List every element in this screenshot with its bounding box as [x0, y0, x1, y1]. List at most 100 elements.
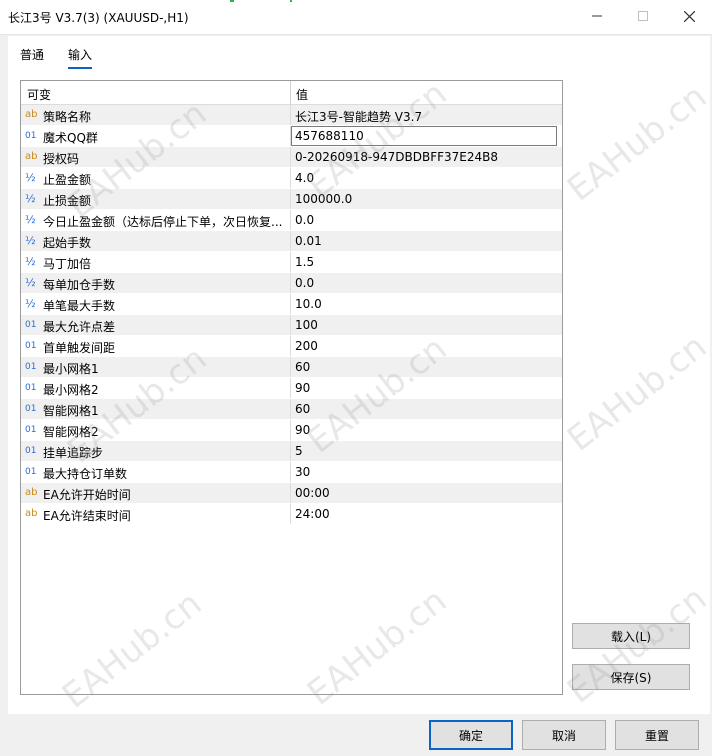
integer-type-icon: 01 [25, 383, 37, 393]
integer-type-icon: 01 [25, 320, 37, 330]
column-divider [290, 105, 291, 125]
param-name: 止损金额 [43, 194, 92, 208]
integer-type-icon: 01 [25, 446, 37, 456]
double-type-icon: ½ [25, 234, 36, 247]
tab-common[interactable]: 普通 [20, 46, 44, 67]
column-divider [290, 315, 291, 335]
header-divider[interactable] [290, 81, 291, 104]
param-value[interactable]: 200 [295, 339, 555, 353]
param-value[interactable]: 100 [295, 318, 555, 332]
param-value[interactable]: 10.0 [295, 297, 555, 311]
column-divider [290, 336, 291, 356]
param-row[interactable]: ab 授权码 0-20260918-947DBDBFF37E24B8 [21, 147, 562, 168]
column-divider [290, 504, 291, 524]
load-button[interactable]: 载入(L) [572, 623, 690, 649]
string-type-icon: ab [25, 151, 38, 162]
param-name: 最大持仓订单数 [43, 467, 128, 481]
param-name: 智能网格1 [43, 404, 99, 418]
integer-type-icon: 01 [25, 425, 37, 435]
column-divider [290, 231, 291, 251]
param-row[interactable]: ab EA允许结束时间 24:00 [21, 504, 562, 525]
string-type-icon: ab [25, 109, 38, 120]
param-row[interactable]: ½ 每单加仓手数 0.0 [21, 273, 562, 294]
param-value[interactable]: 100000.0 [295, 192, 555, 206]
integer-type-icon: 01 [25, 131, 37, 141]
column-divider [290, 378, 291, 398]
header-value[interactable]: 值 [296, 86, 308, 103]
param-name: 止盈金额 [43, 173, 92, 187]
param-row[interactable]: 01 智能网格1 60 [21, 399, 562, 420]
close-button[interactable] [666, 0, 712, 32]
param-value[interactable]: 24:00 [295, 507, 555, 521]
param-value[interactable]: 0.0 [295, 276, 555, 290]
cancel-button[interactable]: 取消 [522, 720, 606, 750]
param-row[interactable]: 01 最小网格2 90 [21, 378, 562, 399]
double-type-icon: ½ [25, 255, 36, 268]
param-name: EA允许结束时间 [43, 509, 131, 523]
param-row[interactable]: 01 首单触发间距 200 [21, 336, 562, 357]
param-name: 授权码 [43, 152, 80, 166]
save-button[interactable]: 保存(S) [572, 664, 690, 690]
param-row[interactable]: 01 最大持仓订单数 30 [21, 462, 562, 483]
column-divider [290, 441, 291, 461]
param-value[interactable]: 90 [295, 423, 555, 437]
double-type-icon: ½ [25, 276, 36, 289]
param-name: 马丁加倍 [43, 257, 92, 271]
param-value[interactable]: 00:00 [295, 486, 555, 500]
tab-bar: 普通 输入 [8, 36, 710, 70]
param-row[interactable]: ½ 单笔最大手数 10.0 [21, 294, 562, 315]
column-divider [290, 420, 291, 440]
minimize-icon [592, 15, 602, 17]
param-row[interactable]: 01 魔术QQ群 457688110 [21, 126, 562, 147]
param-name: 挂单追踪步 [43, 446, 104, 460]
param-value[interactable]: 5 [295, 444, 555, 458]
param-row[interactable]: ab 策略名称 长江3号-智能趋势 V3.7 [21, 105, 562, 126]
param-value-input[interactable]: 457688110 [291, 126, 557, 146]
tab-inputs[interactable]: 输入 [68, 46, 93, 69]
inputs-grid: 可变 值 ab 策略名称 长江3号-智能趋势 V3.7 01 魔术QQ群 45768811… [20, 80, 563, 695]
header-variable[interactable]: 可变 [27, 86, 51, 103]
ok-button[interactable]: 确定 [429, 720, 513, 750]
param-name: 最小网格2 [43, 383, 99, 397]
param-row[interactable]: 01 智能网格2 90 [21, 420, 562, 441]
param-value[interactable]: 0.0 [295, 213, 555, 227]
param-value[interactable]: 90 [295, 381, 555, 395]
param-value[interactable]: 0.01 [295, 234, 555, 248]
column-divider [290, 147, 291, 167]
param-value[interactable]: 30 [295, 465, 555, 479]
maximize-button[interactable] [620, 0, 666, 32]
param-row[interactable]: 01 最小网格1 60 [21, 357, 562, 378]
param-value[interactable]: 60 [295, 360, 555, 374]
param-value[interactable]: 60 [295, 402, 555, 416]
title-bar: 长江3号 V3.7(3) (XAUUSD-,H1) [0, 0, 712, 35]
param-row[interactable]: ab EA允许开始时间 00:00 [21, 483, 562, 504]
param-value[interactable]: 长江3号-智能趋势 V3.7 [295, 108, 555, 125]
integer-type-icon: 01 [25, 362, 37, 372]
param-row[interactable]: ½ 止盈金额 4.0 [21, 168, 562, 189]
window-title: 长江3号 V3.7(3) (XAUUSD-,H1) [8, 11, 189, 25]
param-name: 最大允许点差 [43, 320, 116, 334]
grid-rows: ab 策略名称 长江3号-智能趋势 V3.7 01 魔术QQ群 457688110 ab 授权… [21, 105, 562, 525]
param-value[interactable]: 4.0 [295, 171, 555, 185]
string-type-icon: ab [25, 508, 38, 519]
param-name: 每单加仓手数 [43, 278, 116, 292]
param-name: EA允许开始时间 [43, 488, 131, 502]
column-divider [290, 210, 291, 230]
param-row[interactable]: ½ 起始手数 0.01 [21, 231, 562, 252]
param-row[interactable]: ½ 止损金额 100000.0 [21, 189, 562, 210]
minimize-button[interactable] [574, 0, 620, 32]
param-name: 智能网格2 [43, 425, 99, 439]
param-name: 今日止盈金额（达标后停止下单，次日恢复... [43, 215, 283, 229]
column-divider [290, 399, 291, 419]
param-value[interactable]: 0-20260918-947DBDBFF37E24B8 [295, 150, 555, 164]
param-name: 首单触发间距 [43, 341, 116, 355]
reset-button[interactable]: 重置 [615, 720, 699, 750]
integer-type-icon: 01 [25, 341, 37, 351]
close-icon [683, 10, 695, 22]
param-row[interactable]: 01 最大允许点差 100 [21, 315, 562, 336]
grid-header: 可变 值 [21, 81, 562, 105]
param-row[interactable]: ½ 今日止盈金额（达标后停止下单，次日恢复... 0.0 [21, 210, 562, 231]
param-row[interactable]: 01 挂单追踪步 5 [21, 441, 562, 462]
param-value[interactable]: 1.5 [295, 255, 555, 269]
param-row[interactable]: ½ 马丁加倍 1.5 [21, 252, 562, 273]
